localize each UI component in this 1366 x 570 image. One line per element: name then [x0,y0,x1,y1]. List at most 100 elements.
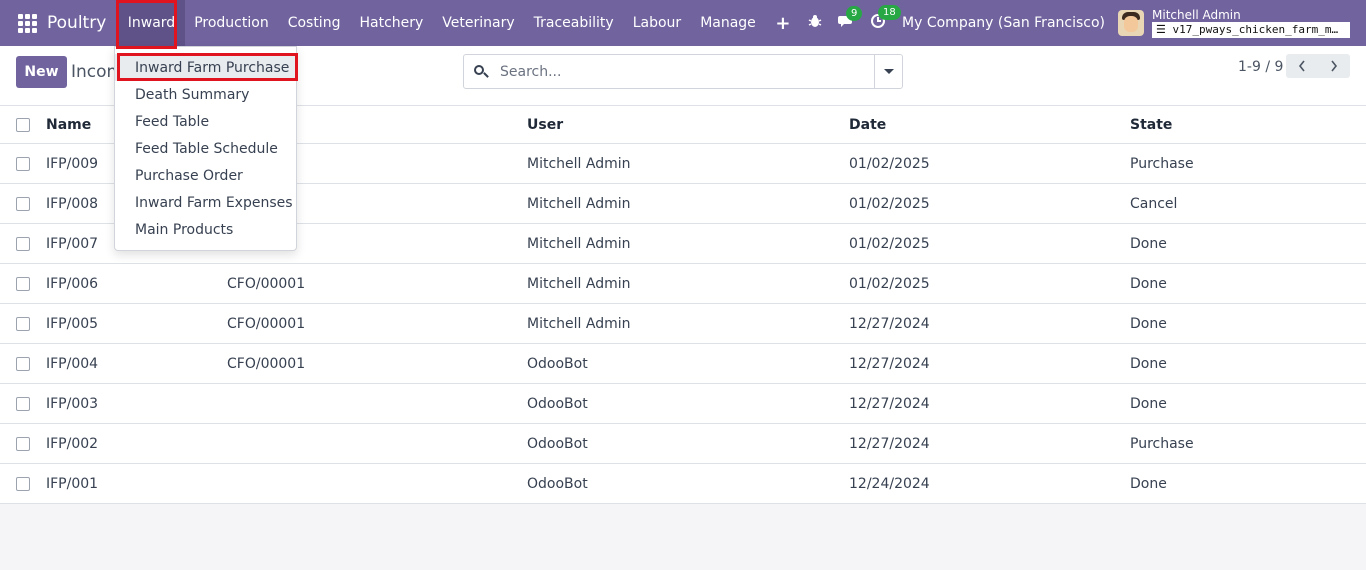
cell-state: Cancel [1130,195,1178,212]
highlight-inward-menu [116,0,177,49]
cell-date: 12/27/2024 [849,355,930,372]
cell-name: IFP/001 [46,475,99,492]
column-header-date[interactable]: Date [849,106,886,143]
chevron-right-icon [1331,60,1338,72]
menu-manage[interactable]: Manage [691,0,766,46]
row-checkbox[interactable] [16,477,30,491]
database-icon: ☰ [1156,22,1166,36]
cell-name: IFP/002 [46,435,99,452]
cell-name: IFP/007 [46,235,99,252]
cell-name: IFP/005 [46,315,99,332]
activities-badge: 18 [878,5,901,20]
menu-veterinary[interactable]: Veterinary [433,0,524,46]
cell-date: 01/02/2025 [849,155,930,172]
messages-badge: 9 [846,6,863,21]
cell-reference: CFO/00001 [227,315,306,332]
user-menu[interactable]: Mitchell Admin ☰ v17_pways_chicken_farm_… [1152,7,1350,38]
cell-name: IFP/004 [46,355,99,372]
pager-next-button[interactable] [1318,54,1350,78]
search-icon [474,64,489,79]
row-checkbox[interactable] [16,437,30,451]
table-row[interactable]: IFP/005 CFO/00001 Mitchell Admin 12/27/2024… [0,304,1366,344]
cell-state: Done [1130,475,1167,492]
user-name: Mitchell Admin [1152,7,1241,22]
column-header-state[interactable]: State [1130,106,1172,143]
row-checkbox[interactable] [16,317,30,331]
pager-value[interactable]: 1-9 / 9 [1238,59,1283,75]
new-button[interactable]: New [16,56,67,88]
cell-user: OdooBot [527,435,588,452]
cell-date: 12/27/2024 [849,315,930,332]
menu-item-feed-table-schedule[interactable]: Feed Table Schedule [115,135,296,162]
menu-item-death-summary[interactable]: Death Summary [115,81,296,108]
table-row[interactable]: IFP/003 OdooBot 12/27/2024 Done [0,384,1366,424]
cell-state: Purchase [1130,435,1194,452]
cell-name: IFP/009 [46,155,99,172]
cell-name: IFP/006 [46,275,99,292]
menu-item-feed-table[interactable]: Feed Table [115,108,296,135]
menu-item-purchase-order[interactable]: Purchase Order [115,162,296,189]
cell-user: Mitchell Admin [527,275,631,292]
cell-user: Mitchell Admin [527,155,631,172]
row-checkbox[interactable] [16,357,30,371]
database-name: ☰ v17_pways_chicken_farm_m… [1152,21,1350,38]
apps-menu-icon[interactable] [0,0,46,46]
cell-state: Done [1130,235,1167,252]
cell-date: 01/02/2025 [849,195,930,212]
menu-hatchery[interactable]: Hatchery [350,0,433,46]
search-input[interactable] [500,63,874,80]
cell-user: Mitchell Admin [527,195,631,212]
menu-item-inward-farm-expenses[interactable]: Inward Farm Expenses [115,189,296,216]
menu-labour[interactable]: Labour [623,0,690,46]
cell-name: IFP/003 [46,395,99,412]
cell-user: Mitchell Admin [527,315,631,332]
activities-clock-icon[interactable]: 18 [870,5,901,33]
menu-production[interactable]: Production [185,0,278,46]
chevron-left-icon [1298,60,1305,72]
menu-item-main-products[interactable]: Main Products [115,216,296,243]
table-row[interactable]: IFP/002 OdooBot 12/27/2024 Purchase [0,424,1366,464]
table-row[interactable]: IFP/004 CFO/00001 OdooBot 12/27/2024 Done [0,344,1366,384]
highlight-inward-farm-purchase [117,53,298,81]
table-row[interactable]: IFP/006 CFO/00001 Mitchell Admin 01/02/2025… [0,264,1366,304]
cell-date: 12/24/2024 [849,475,930,492]
add-menu-icon[interactable]: + [765,13,800,34]
row-checkbox[interactable] [16,277,30,291]
cell-reference: CFO/00001 [227,355,306,372]
cell-user: Mitchell Admin [527,235,631,252]
cell-user: OdooBot [527,395,588,412]
column-header-user[interactable]: User [527,106,563,143]
cell-state: Purchase [1130,155,1194,172]
table-row[interactable]: IFP/001 OdooBot 12/24/2024 Done [0,464,1366,504]
cell-date: 12/27/2024 [849,395,930,412]
debug-bug-icon[interactable] [808,14,822,32]
pager-previous-button[interactable] [1286,54,1318,78]
messages-icon[interactable]: 9 [838,6,863,32]
cell-name: IFP/008 [46,195,99,212]
company-switcher[interactable]: My Company (San Francisco) [902,15,1105,31]
row-checkbox[interactable] [16,157,30,171]
search-bar [463,54,903,89]
search-options-toggle[interactable] [874,55,902,88]
row-checkbox[interactable] [16,237,30,251]
top-navbar: Poultry Inward Production Costing Hatche… [0,0,1366,46]
row-checkbox[interactable] [16,397,30,411]
cell-state: Done [1130,275,1167,292]
row-checkbox[interactable] [16,197,30,211]
menu-traceability[interactable]: Traceability [524,0,623,46]
cell-state: Done [1130,355,1167,372]
cell-user: OdooBot [527,355,588,372]
user-avatar[interactable] [1118,10,1144,36]
cell-date: 01/02/2025 [849,235,930,252]
menu-costing[interactable]: Costing [278,0,350,46]
cell-user: OdooBot [527,475,588,492]
cell-date: 12/27/2024 [849,435,930,452]
cell-state: Done [1130,315,1167,332]
select-all-checkbox[interactable] [16,118,30,132]
cell-date: 01/02/2025 [849,275,930,292]
app-brand[interactable]: Poultry [47,13,106,33]
cell-state: Done [1130,395,1167,412]
cell-reference: CFO/00001 [227,275,306,292]
column-header-name[interactable]: Name [46,106,91,143]
caret-down-icon [883,69,894,74]
